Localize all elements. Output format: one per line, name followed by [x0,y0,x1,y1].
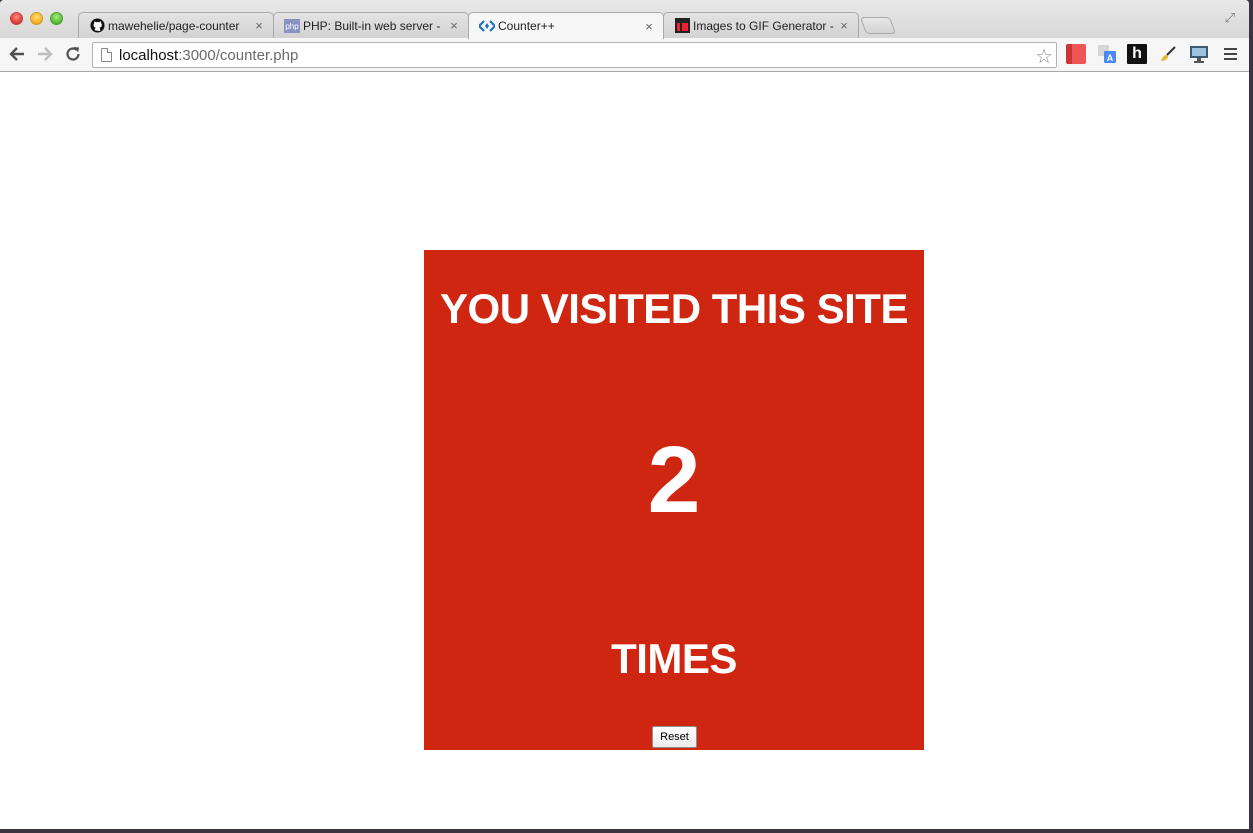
tab-title: Images to GIF Generator - [693,18,834,33]
browser-window: mawehelie/page-counter × php PHP: Built-… [0,0,1249,829]
tab-close-icon[interactable]: × [836,18,852,33]
bookmarks-extension-icon[interactable] [1066,44,1086,64]
window-zoom-button[interactable] [50,12,63,25]
back-icon[interactable] [6,43,28,65]
page-icon [101,48,112,62]
address-bar[interactable]: localhost:3000/counter.php ☆ [92,42,1057,68]
url-host: localhost [119,47,179,64]
tab-page-counter-repo[interactable]: mawehelie/page-counter × [78,12,274,38]
new-tab-button[interactable] [859,17,897,34]
svg-text:php: php [285,22,299,31]
visited-heading: YOU VISITED THIS SITE [440,285,908,332]
imgflip-icon [674,18,690,34]
translate-extension-icon[interactable]: A [1097,44,1117,64]
tab-php-web-server[interactable]: php PHP: Built-in web server - × [273,12,469,38]
tab-strip: mawehelie/page-counter × php PHP: Built-… [0,0,1249,39]
fullscreen-icon[interactable]: ⤢ [1225,10,1235,26]
url-text[interactable]: localhost:3000/counter.php [119,47,298,64]
tab-counter[interactable]: Counter++ × [468,12,664,39]
url-path: :3000/counter.php [178,47,299,64]
tab-close-icon[interactable]: × [641,19,657,34]
counter-panel: YOU VISITED THIS SITE 2 TIMES Reset [424,250,924,750]
reset-button[interactable]: Reset [652,726,697,748]
browser-toolbar: localhost:3000/counter.php ☆ A h [0,38,1249,72]
chrome-menu-icon[interactable] [1221,44,1239,64]
window-minimize-button[interactable] [30,12,43,25]
tab-images-to-gif[interactable]: Images to GIF Generator - × [663,12,859,38]
code-icon [479,18,495,34]
brush-extension-icon[interactable] [1158,44,1178,64]
forward-icon[interactable] [34,43,56,65]
screen-extension-icon[interactable] [1189,44,1209,64]
window-close-button[interactable] [10,12,23,25]
hackpad-extension-icon[interactable]: h [1127,44,1147,64]
tab-close-icon[interactable]: × [251,18,267,33]
tab-title: Counter++ [498,19,555,33]
visit-count: 2 [647,427,701,533]
reload-icon[interactable] [62,43,84,65]
github-icon [89,18,105,34]
page-viewport: YOU VISITED THIS SITE 2 TIMES Reset [0,73,1249,829]
tab-title: mawehelie/page-counter [108,18,240,33]
tab-title: PHP: Built-in web server - [303,18,441,33]
tab-close-icon[interactable]: × [446,18,462,33]
svg-text:A: A [1107,53,1114,63]
times-heading: TIMES [611,635,737,682]
bookmark-star-icon[interactable]: ☆ [1035,44,1053,69]
php-icon: php [284,18,300,34]
